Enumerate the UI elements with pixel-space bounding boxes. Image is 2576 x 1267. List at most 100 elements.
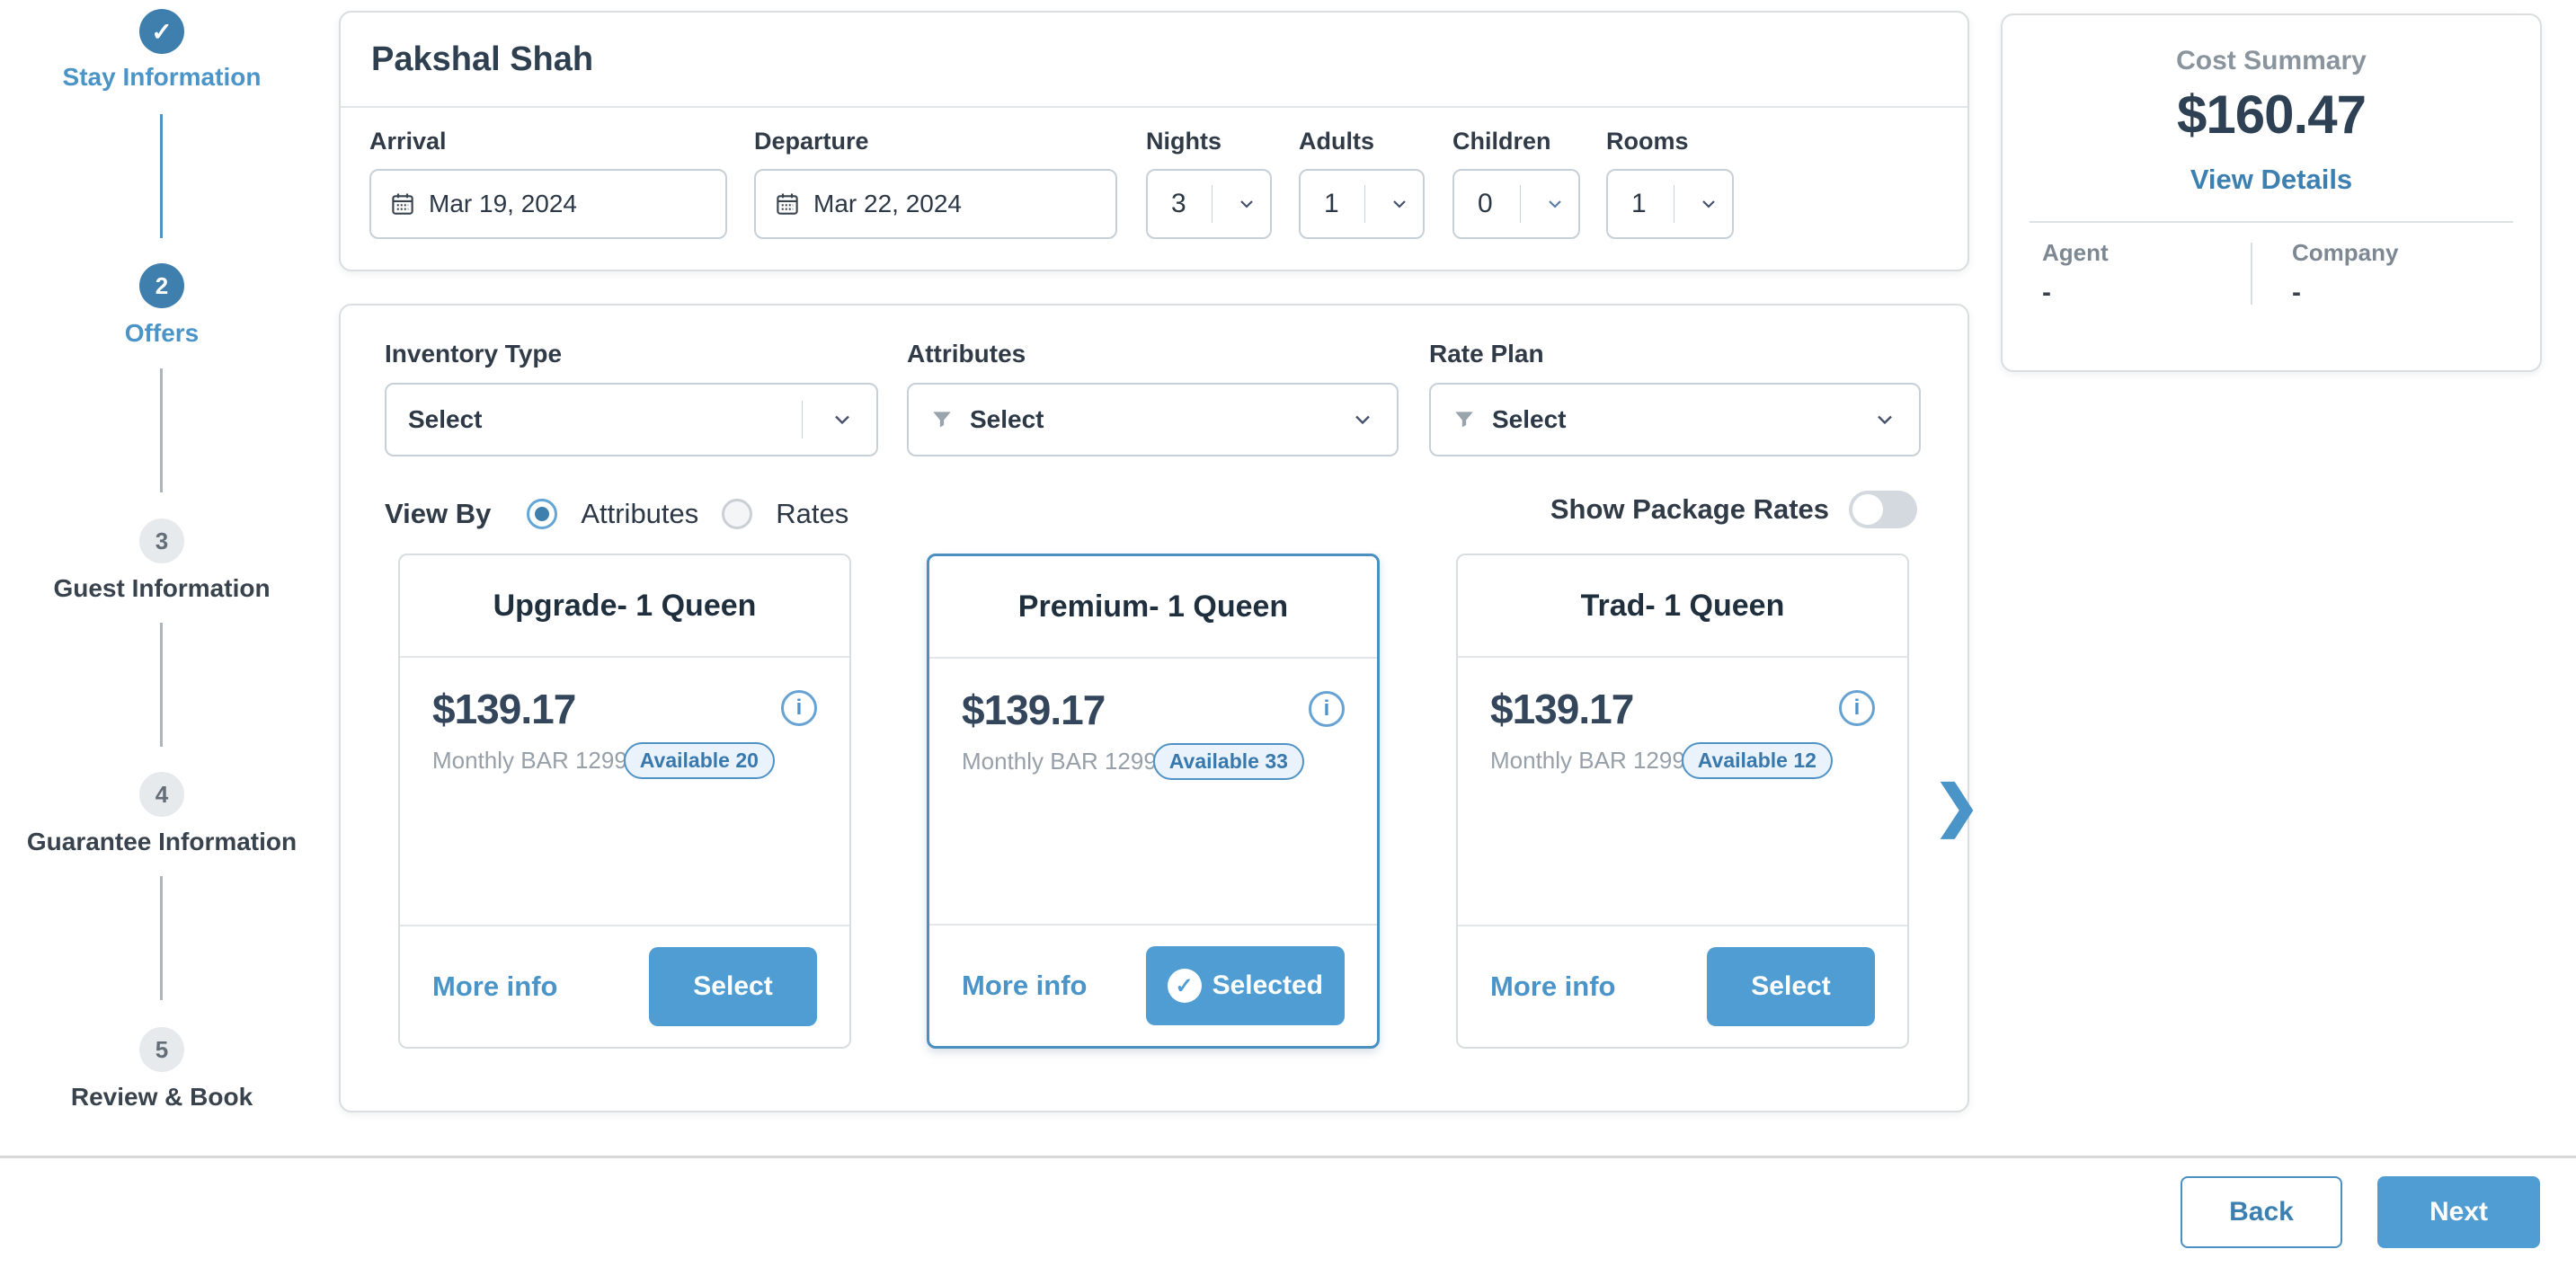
arrival-label: Arrival <box>369 128 727 155</box>
step-3-circle[interactable]: 3 <box>139 518 184 563</box>
nights-value: 3 <box>1171 189 1199 219</box>
show-package-rates-label: Show Package Rates <box>1550 493 1829 526</box>
children-select[interactable]: 0 <box>1452 169 1580 239</box>
company-column: Company - <box>2252 239 2500 308</box>
view-by-label: View By <box>385 498 491 530</box>
offer-title: Trad- 1 Queen <box>1458 555 1907 658</box>
show-package-rates-toggle[interactable] <box>1849 491 1917 528</box>
agent-value: - <box>2042 278 2251 308</box>
carousel-next-icon[interactable]: ❯ <box>1933 773 1980 838</box>
calendar-icon <box>389 190 416 217</box>
rate-plan-value: Select <box>1492 405 1567 434</box>
step-connector <box>160 876 163 1000</box>
adults-value: 1 <box>1324 189 1352 219</box>
cost-summary-card: Cost Summary $160.47 View Details Agent … <box>2001 13 2542 372</box>
step-1-label[interactable]: Stay Information <box>0 63 324 92</box>
offer-price: $139.17 <box>1490 685 1633 733</box>
step-3-label[interactable]: Guest Information <box>0 574 324 603</box>
inventory-type-label: Inventory Type <box>385 340 878 368</box>
inventory-type-value: Select <box>408 405 483 434</box>
step-4-circle[interactable]: 4 <box>139 772 184 817</box>
offer-rate-plan: Monthly BAR 1299 <box>432 747 627 775</box>
cost-summary-amount: $160.47 <box>2003 84 2540 146</box>
rooms-value: 1 <box>1631 189 1661 219</box>
children-field-group: Children 0 <box>1452 128 1580 239</box>
offer-rate-plan: Monthly BAR 1299 <box>1490 747 1685 775</box>
chevron-down-icon <box>830 407 855 432</box>
inventory-type-select[interactable]: Select <box>385 383 878 456</box>
view-by-attributes-radio[interactable] <box>527 499 557 529</box>
step-connector <box>160 368 163 492</box>
availability-badge: Available 33 <box>1153 743 1304 780</box>
chevron-down-icon <box>1698 193 1719 215</box>
adults-field-group: Adults 1 <box>1299 128 1425 239</box>
view-by-rates-label[interactable]: Rates <box>776 498 848 530</box>
chevron-down-icon <box>1544 193 1566 215</box>
offer-title: Upgrade- 1 Queen <box>400 555 849 658</box>
selected-offer-button[interactable]: ✓ Selected <box>1146 946 1345 1025</box>
calendar-icon <box>774 190 801 217</box>
rooms-field-group: Rooms 1 <box>1606 128 1734 239</box>
info-icon[interactable]: i <box>1309 691 1345 727</box>
more-info-link[interactable]: More info <box>432 970 558 1003</box>
availability-badge: Available 20 <box>624 742 775 779</box>
step-5-number: 5 <box>155 1036 168 1064</box>
view-by-attributes-label[interactable]: Attributes <box>581 498 698 530</box>
more-info-link[interactable]: More info <box>962 970 1088 1002</box>
step-4-label[interactable]: Guarantee Information <box>0 828 324 856</box>
rooms-select[interactable]: 1 <box>1606 169 1734 239</box>
view-details-link[interactable]: View Details <box>2003 164 2540 196</box>
view-by-rates-radio[interactable] <box>722 499 752 529</box>
next-button[interactable]: Next <box>2377 1176 2540 1248</box>
offer-title: Premium- 1 Queen <box>929 556 1377 659</box>
agent-label: Agent <box>2042 239 2251 267</box>
chevron-down-icon <box>1872 407 1897 432</box>
select-offer-button[interactable]: Select <box>649 947 817 1026</box>
stay-summary-card: Pakshal Shah Arrival Mar 19, 2024 Depart… <box>339 11 1969 271</box>
offer-rate-plan: Monthly BAR 1299 <box>962 748 1157 775</box>
info-icon[interactable]: i <box>781 690 817 726</box>
offer-price: $139.17 <box>962 686 1105 734</box>
filter-icon <box>930 408 954 431</box>
info-icon[interactable]: i <box>1839 690 1875 726</box>
agent-column: Agent - <box>2042 239 2251 308</box>
filter-icon <box>1452 408 1476 431</box>
nights-label: Nights <box>1146 128 1272 155</box>
check-icon: ✓ <box>151 17 172 47</box>
step-2-label[interactable]: Offers <box>0 319 324 348</box>
step-1-circle[interactable]: ✓ <box>139 9 184 54</box>
offers-panel: Inventory Type Select Attributes Select … <box>339 304 1969 1112</box>
children-value: 0 <box>1478 189 1507 219</box>
rate-plan-select[interactable]: Select <box>1429 383 1921 456</box>
rooms-label: Rooms <box>1606 128 1734 155</box>
step-5-circle[interactable]: 5 <box>139 1027 184 1072</box>
step-connector <box>160 114 163 238</box>
nights-field-group: Nights 3 <box>1146 128 1272 239</box>
company-value: - <box>2292 278 2500 308</box>
attributes-label: Attributes <box>907 340 1399 368</box>
step-2-number: 2 <box>155 272 168 300</box>
nights-select[interactable]: 3 <box>1146 169 1272 239</box>
arrival-date-input[interactable]: Mar 19, 2024 <box>369 169 727 239</box>
step-5-label[interactable]: Review & Book <box>0 1083 324 1112</box>
departure-field-group: Departure Mar 22, 2024 <box>754 128 1117 239</box>
departure-date-input[interactable]: Mar 22, 2024 <box>754 169 1117 239</box>
attributes-select[interactable]: Select <box>907 383 1399 456</box>
adults-label: Adults <box>1299 128 1425 155</box>
back-button[interactable]: Back <box>2181 1176 2342 1248</box>
view-by-group: View By Attributes Rates <box>385 494 848 534</box>
departure-label: Departure <box>754 128 1117 155</box>
guest-name-title: Pakshal Shah <box>341 13 1968 108</box>
chevron-down-icon <box>1236 193 1257 215</box>
step-3-number: 3 <box>155 527 168 555</box>
inventory-type-group: Inventory Type Select <box>385 340 878 456</box>
select-offer-button[interactable]: Select <box>1707 947 1875 1026</box>
adults-select[interactable]: 1 <box>1299 169 1425 239</box>
offer-card-premium: Premium- 1 Queen $139.17 i Monthly BAR 1… <box>927 554 1380 1049</box>
more-info-link[interactable]: More info <box>1490 970 1616 1003</box>
attributes-filter-group: Attributes Select <box>907 340 1399 456</box>
step-2-circle[interactable]: 2 <box>139 263 184 308</box>
availability-badge: Available 12 <box>1682 742 1833 779</box>
wizard-stepper: ✓ Stay Information 2 Offers 3 Guest Info… <box>0 0 324 1267</box>
step-connector <box>160 623 163 747</box>
